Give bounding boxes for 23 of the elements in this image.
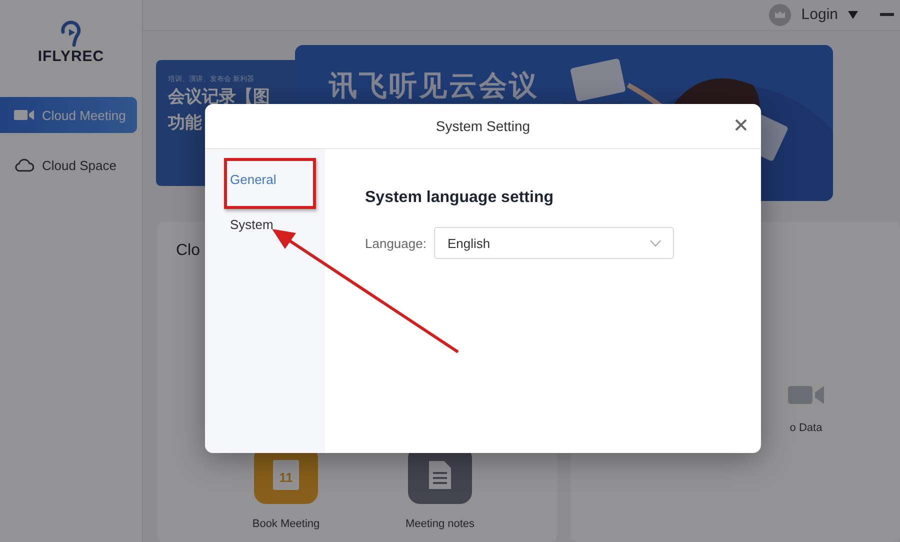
banner-title: 会议记录【图 — [168, 86, 271, 108]
sidebar-item[interactable]: Cloud Space — [0, 147, 137, 183]
card-title: Clo — [176, 242, 200, 260]
banner-title: 讯飞听见云会议 — [329, 68, 539, 103]
ear-logo-icon — [58, 18, 83, 48]
video-camera-icon — [14, 108, 34, 122]
caret-icon[interactable] — [848, 10, 858, 19]
logo-text: IFLYREC — [38, 48, 104, 65]
action-label[interactable]: Meeting notes — [405, 518, 475, 530]
minimize-icon[interactable] — [880, 13, 894, 16]
action-label[interactable]: o Data — [790, 422, 822, 434]
field-label: Language: — [365, 236, 426, 250]
close-icon[interactable] — [735, 119, 747, 131]
section-title: System language setting — [365, 189, 554, 207]
settings-tab[interactable]: System — [205, 216, 325, 233]
dialog-title: System Setting — [436, 118, 530, 134]
action-label[interactable]: Book Meeting — [252, 518, 320, 530]
cloud-icon — [14, 158, 34, 172]
banner-title: 功能 — [168, 112, 203, 134]
language-dropdown[interactable]: English — [434, 227, 674, 259]
login-link[interactable]: Login — [801, 6, 838, 24]
settings-tab[interactable]: General — [205, 171, 325, 188]
sidebar-item[interactable]: Cloud Meeting — [0, 97, 137, 133]
